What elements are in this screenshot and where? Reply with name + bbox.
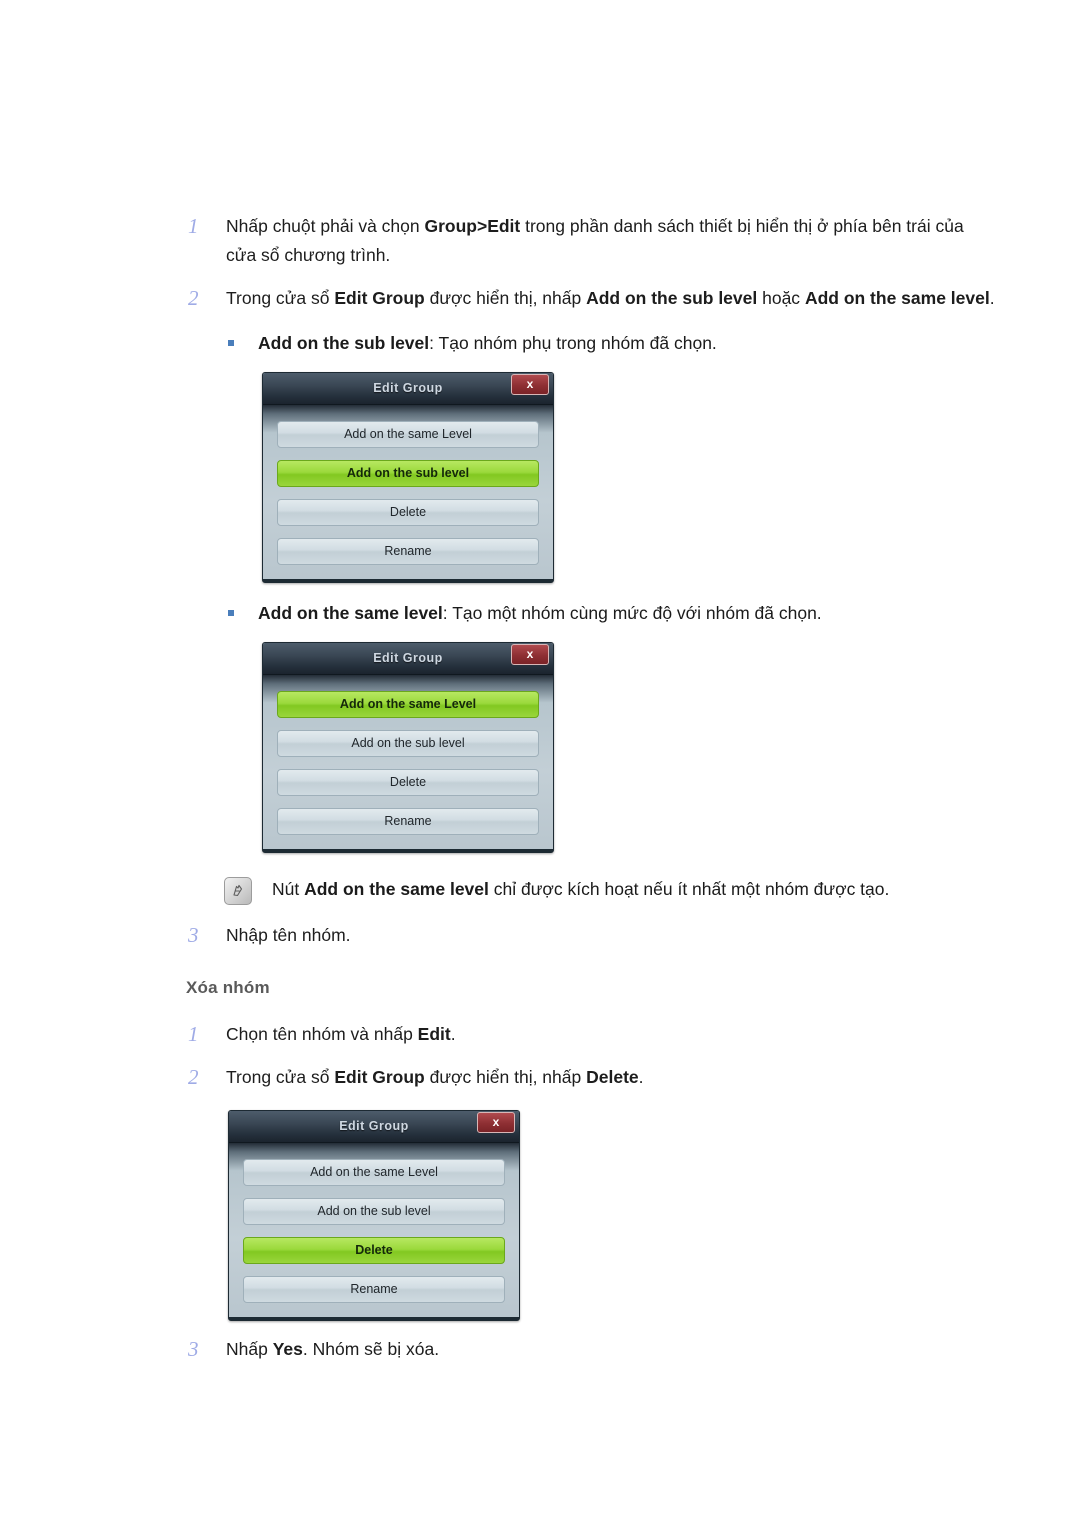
step-item: 3 Nhấp Yes. Nhóm sẽ bị xóa. [186, 1335, 998, 1364]
dialog-button-add-same-level[interactable]: Add on the same Level [277, 691, 539, 718]
dialog-window: Edit Group x Add on the same Level Add o… [228, 1110, 520, 1321]
dialog-titlebar: Edit Group x [229, 1111, 519, 1143]
step-text: Trong cửa sổ Edit Group được hiển thị, n… [226, 288, 995, 308]
dialog-button-add-sub-level[interactable]: Add on the sub level [243, 1198, 505, 1225]
dialog-window: Edit Group x Add on the same Level Add o… [262, 372, 554, 583]
edit-group-dialog-same-level: Edit Group x Add on the same Level Add o… [262, 642, 998, 853]
dialog-title: Edit Group [373, 651, 443, 665]
step-item: 1 Chọn tên nhóm và nhấp Edit. [186, 1020, 998, 1049]
edit-group-dialog-sub-level: Edit Group x Add on the same Level Add o… [262, 372, 998, 583]
dialog-button-delete[interactable]: Delete [277, 769, 539, 796]
step-number: 1 [188, 214, 199, 238]
bullet-text: Add on the same level: Tạo một nhóm cùng… [258, 603, 822, 623]
step-text: Nhấp chuột phải và chọn Group>Edit trong… [226, 216, 964, 265]
step-text: Nhập tên nhóm. [226, 925, 351, 945]
step-number: 2 [188, 1065, 199, 1089]
dialog-button-rename[interactable]: Rename [277, 808, 539, 835]
dialog-button-delete[interactable]: Delete [243, 1237, 505, 1264]
dialog-button-rename[interactable]: Rename [277, 538, 539, 565]
dialog-body: Add on the same Level Add on the sub lev… [263, 405, 553, 579]
dialog-button-add-sub-level[interactable]: Add on the sub level [277, 730, 539, 757]
note-text: Nút Add on the same level chỉ được kích … [272, 879, 890, 899]
document-page: 1 Nhấp chuột phải và chọn Group>Edit tro… [0, 0, 1080, 1527]
step-text: Trong cửa sổ Edit Group được hiển thị, n… [226, 1067, 644, 1087]
step-number: 3 [188, 1337, 199, 1361]
step-text: Nhấp Yes. Nhóm sẽ bị xóa. [226, 1339, 440, 1359]
dialog-body: Add on the same Level Add on the sub lev… [263, 675, 553, 849]
dialog-button-delete[interactable]: Delete [277, 499, 539, 526]
bullet-text: Add on the sub level: Tạo nhóm phụ trong… [258, 333, 717, 353]
step-number: 3 [188, 923, 199, 947]
step-number: 1 [188, 1022, 199, 1046]
note-callout: Nút Add on the same level chỉ được kích … [224, 875, 998, 905]
close-icon[interactable]: x [511, 644, 549, 665]
close-icon[interactable]: x [477, 1112, 515, 1133]
step-item: 2 Trong cửa sổ Edit Group được hiển thị,… [186, 1063, 998, 1092]
dialog-button-add-sub-level[interactable]: Add on the sub level [277, 460, 539, 487]
step-item: 1 Nhấp chuột phải và chọn Group>Edit tro… [186, 212, 998, 270]
dialog-window: Edit Group x Add on the same Level Add o… [262, 642, 554, 853]
note-pencil-icon [224, 875, 272, 905]
dialog-body: Add on the same Level Add on the sub lev… [229, 1143, 519, 1317]
step-item: 2 Trong cửa sổ Edit Group được hiển thị,… [186, 284, 998, 313]
square-bullet-icon [224, 599, 258, 616]
step-text: Chọn tên nhóm và nhấp Edit. [226, 1024, 456, 1044]
section-heading: Xóa nhóm [186, 978, 270, 997]
dialog-title: Edit Group [373, 381, 443, 395]
dialog-button-add-same-level[interactable]: Add on the same Level [277, 421, 539, 448]
bullet-item-same-level: Add on the same level: Tạo một nhóm cùng… [224, 599, 998, 628]
edit-group-dialog-delete: Edit Group x Add on the same Level Add o… [228, 1110, 998, 1321]
dialog-button-rename[interactable]: Rename [243, 1276, 505, 1303]
step-number: 2 [188, 286, 199, 310]
close-icon[interactable]: x [511, 374, 549, 395]
dialog-title: Edit Group [339, 1119, 409, 1133]
square-bullet-icon [224, 329, 258, 346]
dialog-button-add-same-level[interactable]: Add on the same Level [243, 1159, 505, 1186]
page-content: 1 Nhấp chuột phải và chọn Group>Edit tro… [186, 212, 998, 1378]
dialog-titlebar: Edit Group x [263, 373, 553, 405]
dialog-titlebar: Edit Group x [263, 643, 553, 675]
bullet-item-sub-level: Add on the sub level: Tạo nhóm phụ trong… [224, 329, 998, 358]
step-item: 3 Nhập tên nhóm. [186, 921, 998, 950]
